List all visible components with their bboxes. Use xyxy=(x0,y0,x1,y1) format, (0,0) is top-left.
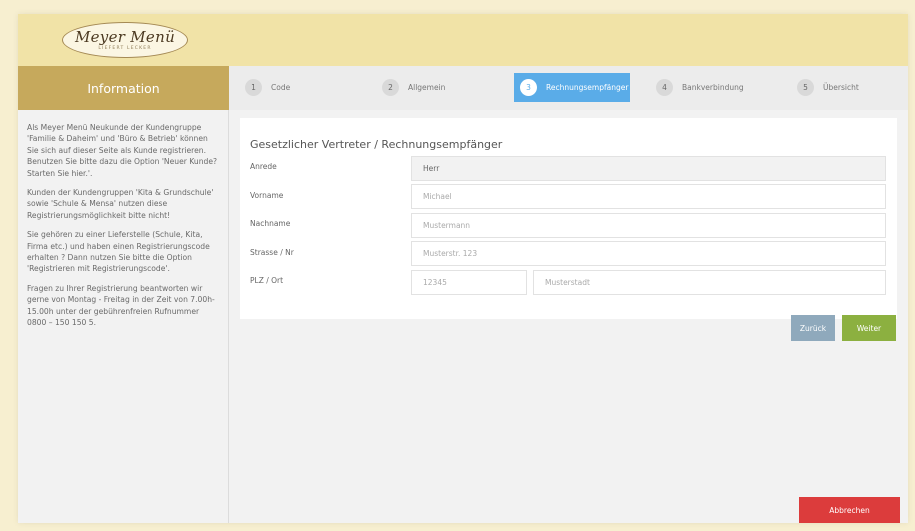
plz-input[interactable]: 12345 xyxy=(411,270,527,295)
step-number: 4 xyxy=(656,79,673,96)
ort-input[interactable]: Musterstadt xyxy=(533,270,886,295)
logo-tagline: LIEFERT LECKER xyxy=(98,46,152,51)
meyer-menu-logo[interactable]: Meyer Menü LIEFERT LECKER xyxy=(62,22,188,58)
app-frame: Meyer Menü LIEFERT LECKER Information Al… xyxy=(18,14,908,523)
anrede-label: Anrede xyxy=(250,162,277,171)
strasse-input[interactable]: Musterstr. 123 xyxy=(411,241,886,266)
billing-form: Gesetzlicher Vertreter / Rechnungsempfän… xyxy=(240,118,897,319)
step-label: Rechnungsempfänger xyxy=(546,83,629,92)
strasse-placeholder: Musterstr. 123 xyxy=(423,249,478,258)
info-paragraph: Fragen zu Ihrer Registrierung beantworte… xyxy=(27,283,215,328)
step-label: Bankverbindung xyxy=(682,83,744,92)
form-title: Gesetzlicher Vertreter / Rechnungsempfän… xyxy=(250,138,503,151)
step-number: 3 xyxy=(520,79,537,96)
step-bankverbindung[interactable]: 4 Bankverbindung xyxy=(650,73,775,102)
next-button[interactable]: Weiter xyxy=(842,315,896,341)
vorname-input[interactable]: Michael xyxy=(411,184,886,209)
step-number: 1 xyxy=(245,79,262,96)
nachname-input[interactable]: Mustermann xyxy=(411,213,886,238)
sidebar-title: Information xyxy=(18,66,229,110)
header: Meyer Menü LIEFERT LECKER xyxy=(18,14,908,66)
anrede-value: Herr xyxy=(423,164,440,173)
plzort-label: PLZ / Ort xyxy=(250,276,284,285)
anrede-select[interactable]: Herr xyxy=(411,156,886,181)
step-label: Allgemein xyxy=(408,83,446,92)
step-number: 2 xyxy=(382,79,399,96)
nachname-label: Nachname xyxy=(250,219,291,228)
vorname-label: Vorname xyxy=(250,191,284,200)
info-paragraph: Als Meyer Menü Neukunde der Kundengruppe… xyxy=(27,123,218,178)
logo-text: Meyer Menü xyxy=(74,28,176,46)
back-button[interactable]: Zurück xyxy=(791,315,835,341)
info-paragraph: Sie gehören zu einer Lieferstelle (Schul… xyxy=(27,230,210,274)
plz-placeholder: 12345 xyxy=(423,278,447,287)
strasse-label: Strasse / Nr xyxy=(250,248,294,257)
step-allgemein[interactable]: 2 Allgemein xyxy=(376,73,496,102)
step-number: 5 xyxy=(797,79,814,96)
step-code[interactable]: 1 Code xyxy=(239,73,359,102)
step-label: Code xyxy=(271,83,291,92)
vorname-placeholder: Michael xyxy=(423,192,452,201)
ort-placeholder: Musterstadt xyxy=(545,278,590,287)
cancel-button[interactable]: Abbrechen xyxy=(799,497,900,523)
nachname-placeholder: Mustermann xyxy=(423,221,471,230)
step-rechnungsempfaenger[interactable]: 3 Rechnungsempfänger xyxy=(514,73,630,102)
step-uebersicht[interactable]: 5 Übersicht xyxy=(791,73,901,102)
wizard-steps: 1 Code 2 Allgemein 3 Rechnungsempfänger … xyxy=(229,66,908,110)
step-label: Übersicht xyxy=(823,83,859,92)
sidebar-info: Als Meyer Menü Neukunde der Kundengruppe… xyxy=(18,110,229,523)
info-paragraph: Kunden der Kundengruppen 'Kita & Grundsc… xyxy=(27,188,214,220)
